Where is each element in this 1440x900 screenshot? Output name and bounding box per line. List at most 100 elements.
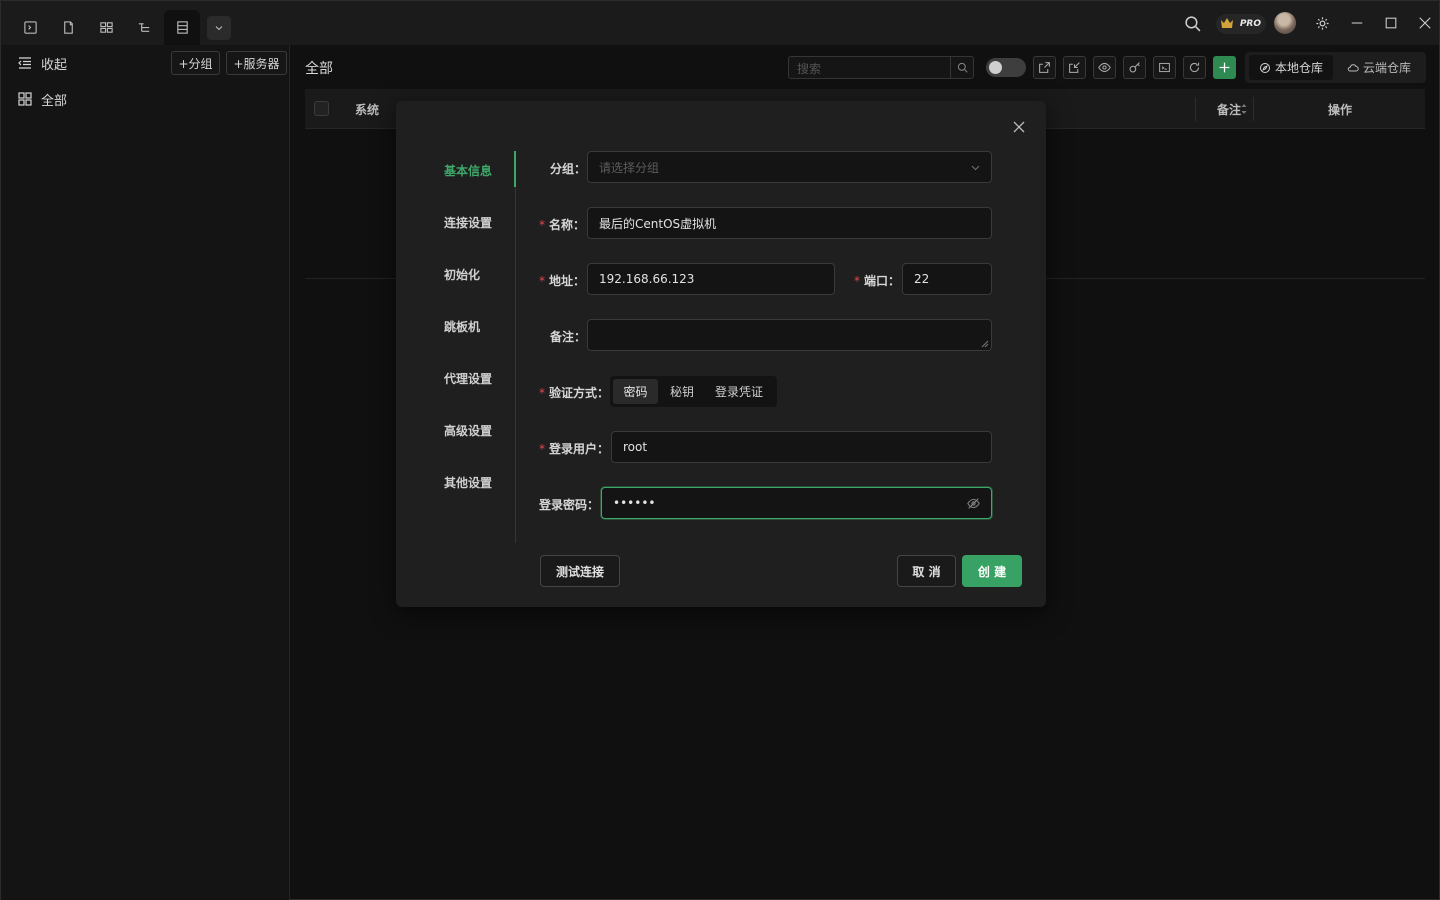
test-connection-button[interactable]: 测试连接 [540,555,620,587]
local-repo-tab[interactable]: 本地仓库 [1249,55,1334,80]
import-icon[interactable] [1063,56,1086,79]
grid-all-icon [18,92,32,106]
column-actions: 操作 [1328,103,1353,117]
key-icon[interactable] [1123,56,1146,79]
remark-textarea[interactable] [587,319,992,351]
collapse-label: 收起 [41,57,68,73]
file-icon[interactable] [53,12,83,42]
grid-icon[interactable] [91,12,121,42]
cloud-repo-label: 云端仓库 [1363,61,1412,75]
view-toggle[interactable] [986,58,1026,77]
menu-collapse-icon [18,57,31,69]
create-button[interactable]: 创 建 [962,555,1022,587]
nav-proxy-settings[interactable]: 代理设置 [444,370,492,387]
tree-icon[interactable] [129,12,159,42]
search-button-icon[interactable] [950,57,973,78]
page-title: 全部 [305,61,333,77]
nav-other-settings[interactable]: 其他设置 [444,474,492,491]
name-label-text: 名称： [549,218,586,232]
port-input[interactable]: 22 [902,263,992,295]
group-select[interactable]: 请选择分组 [587,151,992,183]
group-label: 分组： [550,162,587,176]
sidebar: 收起 +分组 +服务器 全部 [1,45,290,900]
add-server-label: +服务器 [233,56,280,71]
eye-off-icon[interactable] [967,497,980,510]
close-window-icon[interactable] [1415,11,1435,35]
crown-icon [1219,15,1235,31]
port-label-text: 端口： [864,274,901,288]
nav-connection-settings[interactable]: 连接设置 [444,214,492,231]
search-icon[interactable] [1182,11,1202,35]
sort-icon[interactable] [1241,102,1247,116]
server-list-tab-icon[interactable] [164,10,200,45]
column-divider [1253,97,1254,121]
address-value: 192.168.66.123 [599,272,695,286]
address-input[interactable]: 192.168.66.123 [587,263,835,295]
name-label: * 名称： [539,216,585,233]
login-user-label: * 登录用户： [539,440,609,457]
column-system[interactable]: 系统 [355,101,379,118]
remark-label: 备注： [550,330,587,344]
login-user-value: root [623,440,648,454]
auth-method-label-text: 验证方式： [549,386,610,400]
nav-initialization[interactable]: 初始化 [444,266,480,283]
close-icon[interactable] [1012,120,1026,134]
maximize-icon[interactable] [1381,11,1401,35]
dialog-nav-divider [515,151,516,543]
sidebar-item-all[interactable]: 全部 [17,88,67,110]
add-group-button[interactable]: +分组 [171,51,220,75]
nav-basic-info[interactable]: 基本信息 [444,162,492,179]
cancel-button[interactable]: 取 消 [897,555,956,587]
local-repo-label: 本地仓库 [1275,61,1324,75]
chevron-down-icon [971,165,980,171]
pro-label: PRO [1239,19,1261,29]
port-label: * 端口： [854,272,900,289]
title-bar: PRO [1,1,1439,45]
auth-method-label: * 验证方式： [539,384,609,401]
resize-handle-icon[interactable] [981,340,989,348]
login-password-input[interactable]: •••••• [601,487,992,519]
cloud-repo-tab[interactable]: 云端仓库 [1337,55,1421,80]
port-value: 22 [914,272,930,286]
address-label: * 地址： [539,272,585,289]
cloud-icon [1347,63,1359,71]
auth-option-key[interactable]: 秘钥 [660,379,704,404]
name-input[interactable]: 最后的CentOS虚拟机 [587,207,992,239]
collapse-button[interactable]: 收起 [17,52,67,74]
required-mark: * [539,442,545,456]
required-mark: * [539,386,545,400]
nav-advanced-settings[interactable]: 高级设置 [444,422,492,439]
sidebar-item-all-label: 全部 [41,93,68,109]
group-placeholder: 请选择分组 [599,160,660,175]
auth-option-credential[interactable]: 登录凭证 [706,379,772,404]
eye-icon[interactable] [1093,56,1116,79]
export-icon[interactable] [1033,56,1056,79]
required-mark: * [854,274,860,288]
search-input[interactable]: 搜索 [788,56,974,79]
dialog-nav-active-indicator [514,151,516,187]
gear-icon[interactable] [1312,11,1332,35]
login-user-input[interactable]: root [611,431,992,463]
search-placeholder: 搜索 [797,62,822,76]
refresh-icon[interactable] [1183,56,1206,79]
select-all-checkbox[interactable] [314,101,329,116]
avatar[interactable] [1274,12,1296,34]
compass-icon [1260,62,1270,73]
login-password-label: 登录密码： [539,498,600,512]
nav-jump-host[interactable]: 跳板机 [444,318,480,335]
terminal-box-icon[interactable] [1153,56,1176,79]
terminal-icon[interactable] [15,12,45,42]
address-label-text: 地址： [549,274,586,288]
chevron-down-icon[interactable] [207,16,231,40]
add-group-label: +分组 [178,56,213,71]
login-password-value: •••••• [613,496,656,510]
minimize-icon[interactable] [1347,11,1367,35]
add-server-button[interactable]: +服务器 [226,51,287,75]
name-value: 最后的CentOS虚拟机 [599,216,717,231]
add-icon[interactable] [1213,56,1236,79]
column-divider [1195,97,1196,121]
required-mark: * [539,218,545,232]
column-remark[interactable]: 备注 [1217,101,1241,118]
auth-option-password[interactable]: 密码 [613,379,658,404]
login-user-label-text: 登录用户： [549,442,610,456]
